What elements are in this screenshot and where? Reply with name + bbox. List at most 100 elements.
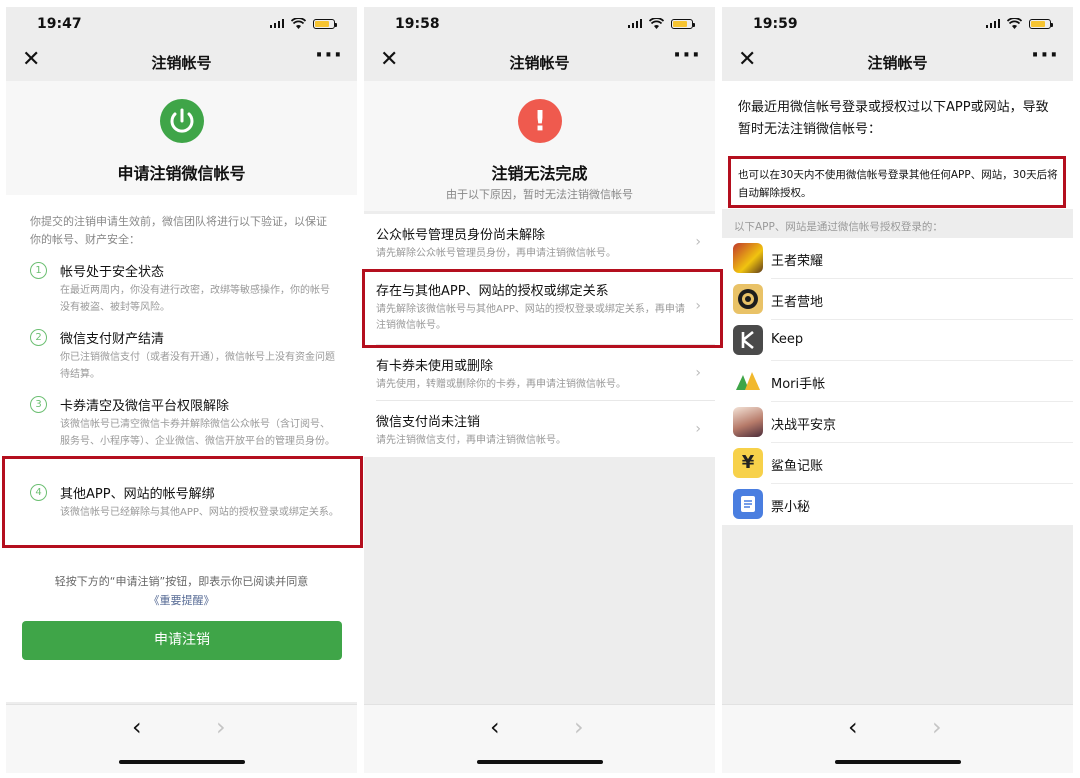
reason-desc: 请先使用，转赠或删除你的卡券，再申请注销微信帐号。 (376, 379, 626, 390)
agreement-text: 轻按下方的“申请注销”按钮，即表示你已阅读并同意 (54, 575, 309, 588)
page-title: 注销帐号 (867, 54, 928, 72)
forward-icon[interactable]: › (932, 713, 942, 741)
wifi-icon (291, 18, 306, 29)
back-icon[interactable]: ‹ (490, 713, 500, 741)
reason-item[interactable]: 微信支付尚未注销 请先注销微信支付，再申请注销微信帐号。 › (364, 401, 715, 457)
chevron-right-icon: › (695, 365, 701, 381)
apply-cancel-button[interactable]: 申请注销 (22, 621, 342, 660)
chevron-right-icon: › (695, 421, 701, 437)
king-camp-icon (733, 284, 763, 314)
status-time: 19:47 (37, 16, 82, 32)
list-item[interactable]: 王者荣耀 (722, 238, 1073, 279)
authorized-apps-heading: 你最近用微信帐号登录或授权过以下APP或网站，导致暂时无法注销微信帐号： (738, 100, 1049, 137)
highlight-box-notice (728, 156, 1066, 208)
step-item: 3 卡券清空及微信平台权限解除 该微信帐号已清空微信卡券并解除微信公众帐号（含订… (30, 395, 339, 455)
app-name: Keep (771, 332, 804, 347)
more-icon[interactable]: ··· (315, 43, 343, 68)
step-desc: 你已注销微信支付（或者没有开通），微信帐号上没有资金问题待结算。 (60, 352, 335, 380)
exclamation-icon: ! (518, 99, 562, 143)
phone-panel-failed: 19:58 ✕ 注销帐号 ··· ! 注销无法完成 由于以下原因，暂时无法注销微… (364, 7, 715, 773)
step-desc: 在最近两周内，你没有进行改密，改绑等敏感操作，你的帐号没有被盗、被封等风险。 (60, 285, 330, 313)
onmyoji-arena-icon (733, 407, 763, 437)
battery-icon (671, 18, 695, 29)
app-name: 决战平安京 (771, 418, 837, 433)
browser-toolbar: ‹ › (6, 704, 357, 773)
mori-icon (733, 366, 763, 396)
back-icon[interactable]: ‹ (848, 713, 858, 741)
reason-desc: 请先注销微信支付，再申请注销微信帐号。 (376, 435, 566, 446)
browser-toolbar: ‹ › (722, 704, 1073, 773)
intro-text: 你提交的注销申请生效前，微信团队将进行以下验证，以保证你的帐号、财产安全： (30, 215, 327, 246)
page-title: 注销帐号 (151, 54, 212, 72)
keep-icon (733, 325, 763, 355)
highlight-box-reason2 (362, 269, 723, 348)
honor-of-kings-icon (733, 243, 763, 273)
step-number: 2 (30, 329, 47, 346)
highlight-box-step4 (2, 456, 363, 548)
verification-section: 你提交的注销申请生效前，微信团队将进行以下验证，以保证你的帐号、财产安全： 1 … (6, 195, 357, 702)
forward-icon[interactable]: › (216, 713, 226, 741)
step-number: 3 (30, 396, 47, 413)
signal-icon (269, 19, 284, 28)
reason-item[interactable]: 有卡券未使用或删除 请先使用，转赠或删除你的卡券，再申请注销微信帐号。 › (364, 345, 715, 401)
list-item[interactable]: 决战平安京 (722, 402, 1073, 443)
apply-header: 申请注销微信帐号 (6, 81, 357, 195)
step-number: 1 (30, 262, 47, 279)
step-title: 帐号处于安全状态 (60, 265, 165, 280)
apply-heading: 申请注销微信帐号 (117, 164, 246, 183)
nav-bar: ✕ 注销帐号 ··· (722, 41, 1073, 81)
failed-heading: 注销无法完成 (491, 164, 588, 183)
list-item[interactable]: Mori手帐 (722, 361, 1073, 402)
signal-icon (627, 19, 642, 28)
battery-icon (313, 18, 337, 29)
home-indicator (477, 760, 603, 764)
status-time: 19:59 (753, 16, 798, 32)
step-title: 微信支付财产结清 (60, 332, 165, 347)
app-list-hint: 以下APP、网站是通过微信帐号授权登录的： (734, 221, 943, 233)
failed-header: ! 注销无法完成 由于以下原因，暂时无法注销微信帐号 (364, 81, 715, 211)
nav-bar: ✕ 注销帐号 ··· (6, 41, 357, 81)
reason-desc: 请先解除公众帐号管理员身份，再申请注销微信帐号。 (376, 248, 616, 259)
failed-subtitle: 由于以下原因，暂时无法注销微信帐号 (446, 188, 633, 201)
nav-bar: ✕ 注销帐号 ··· (364, 41, 715, 81)
app-name: 票小秘 (771, 500, 811, 515)
browser-toolbar: ‹ › (364, 704, 715, 773)
app-name: 王者营地 (771, 295, 824, 310)
status-bar: 19:59 (722, 7, 1073, 41)
wifi-icon (1007, 18, 1022, 29)
back-icon[interactable]: ‹ (132, 713, 142, 741)
ticket-icon (733, 489, 763, 519)
more-icon[interactable]: ··· (673, 43, 701, 68)
app-name: 鲨鱼记账 (771, 459, 824, 474)
home-indicator (835, 760, 961, 764)
phone-panel-apply: 19:47 ✕ 注销帐号 ··· 申请注销微信帐号 你提交的注销申请生效前，微信… (6, 7, 357, 773)
app-name: Mori手帐 (771, 377, 826, 392)
status-bar: 19:47 (6, 7, 357, 41)
status-bar: 19:58 (364, 7, 715, 41)
reason-title: 有卡券未使用或删除 (376, 359, 494, 374)
chevron-right-icon: › (695, 234, 701, 250)
reason-item[interactable]: 公众帐号管理员身份尚未解除 请先解除公众帐号管理员身份，再申请注销微信帐号。 › (364, 214, 715, 270)
authorized-apps-header: 你最近用微信帐号登录或授权过以下APP或网站，导致暂时无法注销微信帐号： (722, 81, 1073, 155)
list-item[interactable]: 票小秘 (722, 484, 1073, 525)
signal-icon (985, 19, 1000, 28)
forward-icon[interactable]: › (574, 713, 584, 741)
step-title: 卡券清空及微信平台权限解除 (60, 399, 230, 414)
battery-icon (1029, 18, 1053, 29)
shark-bookkeeping-icon: ¥ (733, 448, 763, 478)
more-icon[interactable]: ··· (1031, 43, 1059, 68)
reason-title: 微信支付尚未注销 (376, 415, 481, 430)
status-time: 19:58 (395, 16, 440, 32)
reason-title: 公众帐号管理员身份尚未解除 (376, 228, 546, 243)
app-name: 王者荣耀 (771, 254, 824, 269)
page-title: 注销帐号 (509, 54, 570, 72)
list-item[interactable]: Keep (722, 320, 1073, 361)
list-item[interactable]: ¥ 鲨鱼记账 (722, 443, 1073, 484)
list-item[interactable]: 王者营地 (722, 279, 1073, 320)
step-desc: 该微信帐号已清空微信卡券并解除微信公众帐号（含订阅号、服务号、小程序等）、企业微… (60, 419, 335, 447)
home-indicator (119, 760, 245, 764)
wifi-icon (649, 18, 664, 29)
power-icon (160, 99, 204, 143)
phone-panel-app-list: 19:59 ✕ 注销帐号 ··· 你最近用微信帐号登录或授权过以下APP或网站，… (722, 7, 1073, 773)
important-notice-link[interactable]: 《重要提醒》 (6, 592, 357, 608)
